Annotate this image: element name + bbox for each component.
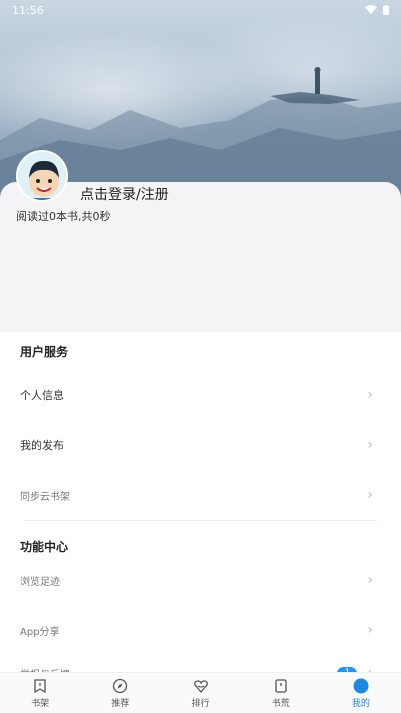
chevron-right-icon: › [367,437,373,453]
chevron-right-icon: › [367,487,373,503]
status-bar: 11:56 [0,0,401,20]
section-function-center-title: 功能中心 [20,540,69,554]
status-icons [365,5,389,15]
tab-ranking[interactable]: 排行 [160,673,240,713]
tab-label: 排行 [191,698,210,709]
menu-app-share[interactable]: App分享 › [0,605,401,655]
menu-label: 个人信息 [20,389,64,402]
menu-my-posts[interactable]: 我的发布 › [0,420,401,470]
wifi-icon [365,5,377,14]
avatar[interactable] [16,150,68,202]
menu-list: 用户服务 个人信息 › 我的发布 › 同步云书架 › 功能中心 浏览足迹 › A… [0,332,401,691]
heart-icon [193,679,208,693]
compass-icon [113,678,128,693]
menu-label: 浏览足迹 [20,576,60,588]
menu-label: App分享 [20,626,60,638]
tab-book-shortage[interactable]: 书荒 [241,673,321,713]
tab-label: 我的 [351,698,370,709]
book-icon [275,678,287,693]
menu-personal-info[interactable]: 个人信息 › [0,370,401,420]
login-register-link[interactable]: 点击登录/注册 [80,184,169,204]
profile-icon [353,678,369,693]
profile-card [0,182,401,332]
chevron-right-icon: › [367,622,373,638]
tab-label: 书架 [31,698,50,709]
tab-recommend[interactable]: 推荐 [80,673,160,713]
battery-icon [383,5,389,15]
menu-cloud-sync[interactable]: 同步云书架 › [0,470,401,520]
status-time: 11:56 [12,3,44,17]
tab-mine[interactable]: 我的 [321,673,401,713]
menu-label: 我的发布 [20,439,64,452]
bottom-nav: 书架 推荐 排行 书荒 我的 [0,672,401,713]
tab-label: 推荐 [111,698,130,709]
menu-browse-history[interactable]: 浏览足迹 › [0,555,401,605]
chevron-right-icon: › [367,387,373,403]
section-user-service-title: 用户服务 [20,345,69,359]
menu-label: 同步云书架 [20,491,70,503]
chevron-right-icon: › [367,572,373,588]
reading-stats: 阅读过0本书,共0秒 [16,210,111,223]
bookshelf-icon [34,678,46,693]
tab-bookshelf[interactable]: 书架 [0,673,80,713]
tab-label: 书荒 [271,698,290,709]
